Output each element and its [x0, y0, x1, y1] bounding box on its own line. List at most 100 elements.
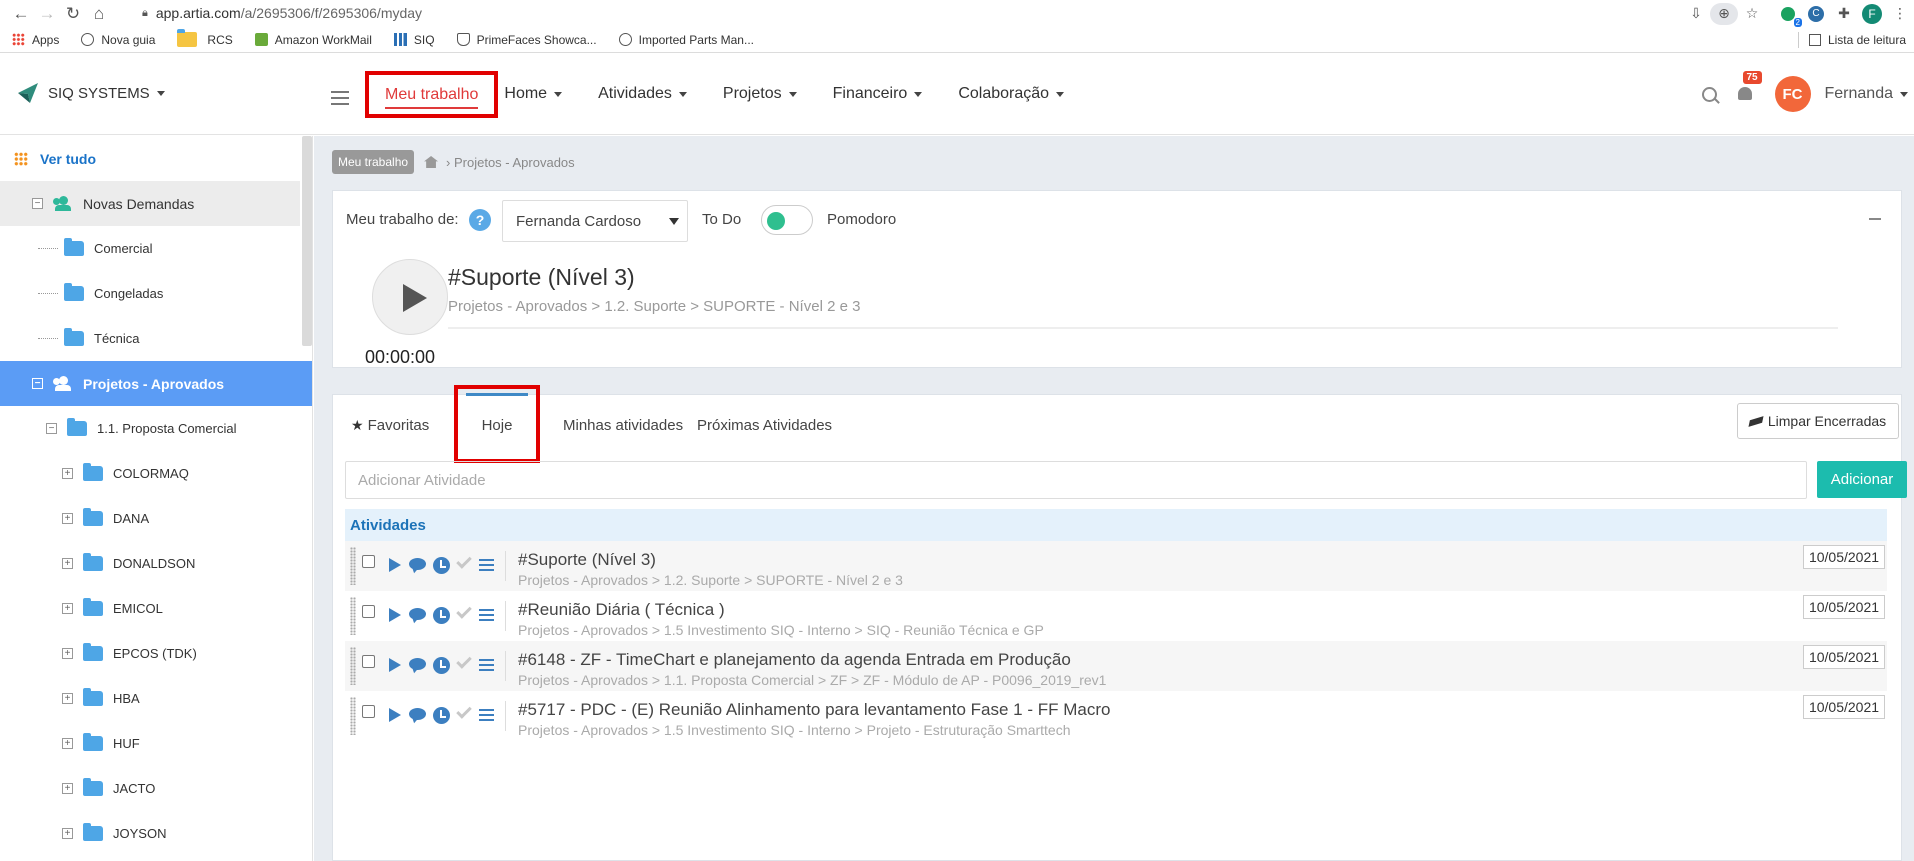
clock-icon[interactable] [433, 707, 450, 724]
expand-icon[interactable]: + [62, 468, 73, 479]
activity-title[interactable]: #6148 - ZF - TimeChart e planejamento da… [518, 650, 1071, 670]
expand-icon[interactable]: + [62, 603, 73, 614]
play-icon[interactable] [389, 558, 401, 572]
play-icon[interactable] [389, 658, 401, 672]
minimize-icon[interactable] [1869, 218, 1881, 220]
expand-icon[interactable]: + [62, 828, 73, 839]
collapse-icon[interactable]: − [46, 423, 57, 434]
check-icon[interactable] [456, 553, 472, 569]
nav-colaboracao[interactable]: Colaboração [958, 85, 1065, 103]
bookmark-nova-guia[interactable]: Nova guia [81, 33, 155, 47]
profile-icon[interactable]: F [1858, 2, 1886, 26]
tab-hoje[interactable]: Hoje [454, 385, 540, 463]
kebab-menu-icon[interactable]: ⋮ [1886, 2, 1914, 26]
hamburger-menu-icon[interactable] [331, 91, 349, 105]
nav-home[interactable]: Home [504, 85, 563, 103]
extension-green-icon[interactable]: 2 [1774, 2, 1802, 27]
clock-icon[interactable] [433, 657, 450, 674]
expand-icon[interactable]: + [62, 693, 73, 704]
reload-icon[interactable]: ↻ [60, 2, 86, 26]
install-icon[interactable]: ⇩ [1682, 2, 1710, 26]
bookmark-primefaces[interactable]: PrimeFaces Showca... [456, 33, 597, 47]
sidebar-item-colormaq[interactable]: + COLORMAQ [0, 451, 300, 496]
back-icon[interactable]: ← [8, 2, 34, 26]
nav-meu-trabalho[interactable]: Meu trabalho [365, 70, 499, 118]
comment-icon[interactable] [409, 558, 426, 570]
sidebar-item-proposta-comercial[interactable]: −1.1. Proposta Comercial [0, 406, 300, 451]
home-icon[interactable] [424, 156, 439, 168]
nav-projetos[interactable]: Projetos [723, 85, 797, 103]
expand-icon[interactable]: + [62, 783, 73, 794]
sidebar-item-novas-demandas[interactable]: − Novas Demandas [0, 181, 300, 226]
sidebar-item-congeladas[interactable]: Congeladas [0, 271, 300, 316]
bookmark-rcs[interactable]: RCS [177, 29, 233, 47]
comment-icon[interactable] [409, 658, 426, 670]
activity-title[interactable]: #Suporte (Nível 3) [518, 550, 656, 570]
activity-row[interactable]: #5717 - PDC - (E) Reunião Alinhamento pa… [345, 691, 1887, 741]
tab-favoritas[interactable]: ★ Favoritas [351, 417, 429, 434]
play-icon[interactable] [389, 608, 401, 622]
clear-closed-button[interactable]: Limpar Encerradas [1737, 403, 1899, 439]
avatar[interactable]: FC [1774, 76, 1811, 112]
brand-menu[interactable]: SIQ SYSTEMS [16, 81, 165, 105]
activity-checkbox[interactable] [362, 705, 375, 718]
activity-date[interactable]: 10/05/2021 [1803, 545, 1885, 569]
tab-minhas-atividades[interactable]: Minhas atividades [563, 417, 683, 434]
drag-handle-icon[interactable] [350, 547, 356, 585]
sidebar-item-jacto[interactable]: + JACTO [0, 766, 300, 811]
puzzle-icon[interactable]: ✚ [1830, 2, 1858, 26]
todo-pomodoro-toggle[interactable] [761, 205, 813, 235]
drag-handle-icon[interactable] [350, 647, 356, 685]
reading-list[interactable]: Lista de leitura [1797, 27, 1906, 53]
address-bar[interactable]: 🔒︎ app.artia.com/a/2695306/f/2695306/myd… [142, 1, 1734, 25]
add-activity-input[interactable]: Adicionar Atividade [345, 461, 1807, 499]
expand-icon[interactable]: + [62, 648, 73, 659]
sidebar-scrollbar[interactable] [302, 136, 312, 346]
collapse-icon[interactable]: − [32, 378, 43, 389]
bell-icon[interactable]: 75 [1737, 71, 1762, 103]
activity-date[interactable]: 10/05/2021 [1803, 695, 1885, 719]
comment-icon[interactable] [409, 708, 426, 720]
activity-checkbox[interactable] [362, 555, 375, 568]
expand-icon[interactable]: + [62, 558, 73, 569]
drag-handle-icon[interactable] [350, 597, 356, 635]
check-icon[interactable] [456, 653, 472, 669]
bookmark-apps[interactable]: Apps [12, 33, 59, 47]
forward-icon[interactable]: → [34, 2, 60, 26]
zoom-icon[interactable]: ⊕ [1710, 2, 1738, 25]
activity-checkbox[interactable] [362, 655, 375, 668]
sidebar-item-epcos[interactable]: + EPCOS (TDK) [0, 631, 300, 676]
sidebar-item-comercial[interactable]: Comercial [0, 226, 300, 271]
activity-row[interactable]: #Reunião Diária ( Técnica ) Projetos - A… [345, 591, 1887, 641]
play-icon[interactable] [389, 708, 401, 722]
extension-blue-icon[interactable]: C [1802, 2, 1830, 26]
check-icon[interactable] [456, 603, 472, 619]
expand-icon[interactable]: + [62, 513, 73, 524]
expand-icon[interactable]: + [62, 738, 73, 749]
breadcrumb-meu-trabalho[interactable]: Meu trabalho [332, 150, 415, 174]
activity-title[interactable]: #Reunião Diária ( Técnica ) [518, 600, 725, 620]
nav-atividades[interactable]: Atividades [598, 85, 687, 103]
bookmark-imported-parts[interactable]: Imported Parts Man... [618, 33, 754, 47]
sidebar-ver-tudo[interactable]: Ver tudo [0, 136, 300, 181]
menu-icon[interactable] [479, 559, 494, 574]
check-icon[interactable] [456, 703, 472, 719]
user-menu[interactable]: Fernanda [1825, 85, 1908, 103]
bookmark-siq[interactable]: SIQ [393, 33, 435, 47]
menu-icon[interactable] [479, 709, 494, 724]
add-activity-button[interactable]: Adicionar [1817, 461, 1907, 498]
sidebar-item-projetos-aprovados[interactable]: − Projetos - Aprovados [0, 361, 312, 406]
collapse-icon[interactable]: − [32, 198, 43, 209]
sidebar-item-joyson[interactable]: + JOYSON [0, 811, 300, 856]
sidebar-item-emicol[interactable]: + EMICOL [0, 586, 300, 631]
user-select[interactable]: Fernanda Cardoso [502, 200, 688, 242]
activity-date[interactable]: 10/05/2021 [1803, 645, 1885, 669]
sidebar-item-dana[interactable]: + DANA [0, 496, 300, 541]
clock-icon[interactable] [433, 557, 450, 574]
sidebar-item-tecnica[interactable]: Técnica [0, 316, 300, 361]
activity-row[interactable]: #Suporte (Nível 3) Projetos - Aprovados … [345, 541, 1887, 591]
nav-financeiro[interactable]: Financeiro [833, 85, 923, 103]
help-icon[interactable]: ? [469, 209, 491, 231]
tab-proximas-atividades[interactable]: Próximas Atividades [697, 417, 832, 434]
search-icon[interactable] [1701, 86, 1717, 102]
